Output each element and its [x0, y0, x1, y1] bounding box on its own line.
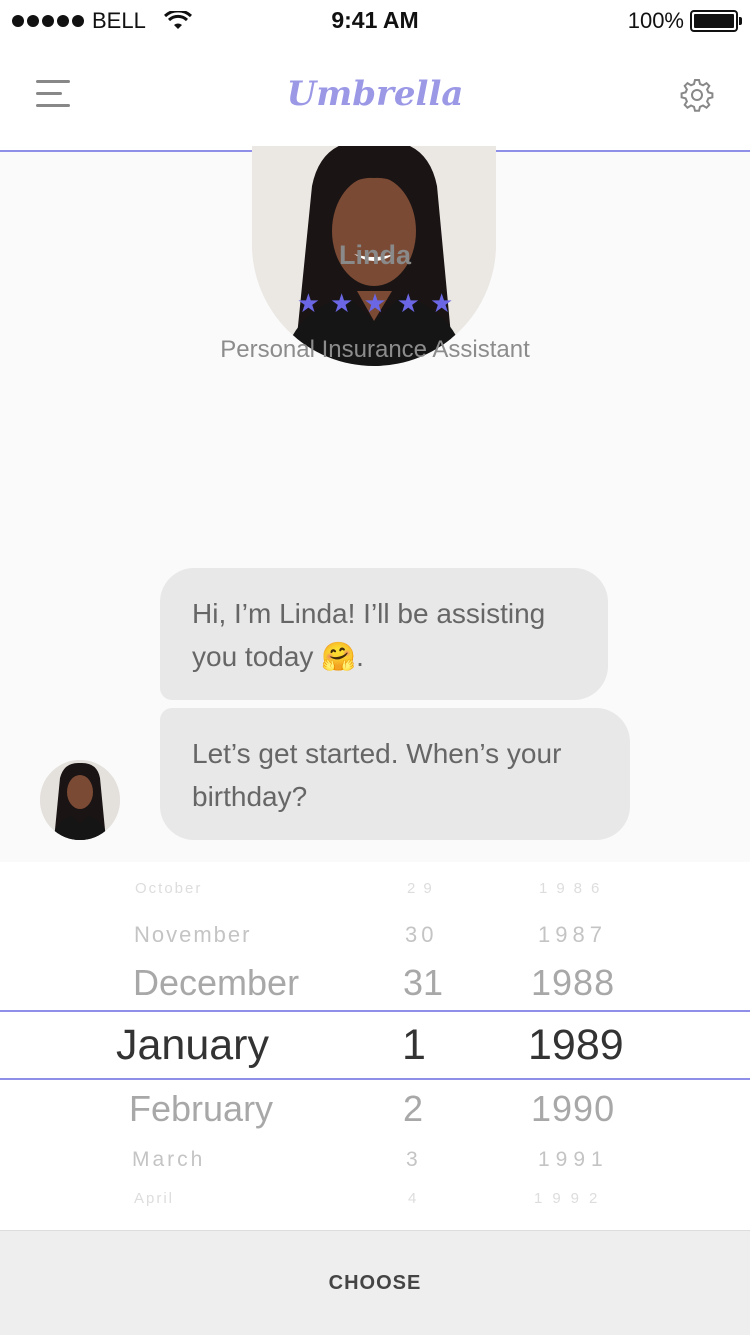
battery-percent: 100%: [627, 8, 684, 33]
picker-selection-band: [0, 1010, 750, 1080]
status-bar: BELL 9:41 AM 100%: [0, 0, 750, 40]
star-icon: ★: [363, 288, 387, 318]
assistant-role: Personal Insurance Assistant: [220, 336, 530, 363]
year-option[interactable]: 1988: [531, 962, 615, 1004]
battery-icon: [690, 10, 742, 32]
day-option[interactable]: 4: [408, 1190, 416, 1207]
chat-bubble: Let’s get started. When’s your birthday?: [160, 708, 630, 840]
day-option[interactable]: 31: [403, 962, 443, 1004]
star-icon: ★: [296, 288, 321, 318]
year-option[interactable]: 1992: [534, 1190, 607, 1207]
month-option[interactable]: February: [129, 1088, 273, 1130]
day-option[interactable]: 30: [405, 922, 437, 948]
selected-month[interactable]: January: [116, 1021, 269, 1070]
birthday-date-picker[interactable]: October 29 1986 November 30 1987 Decembe…: [0, 862, 750, 1230]
month-option[interactable]: March: [132, 1148, 205, 1172]
day-option[interactable]: 2: [403, 1088, 423, 1130]
selected-year[interactable]: 1989: [528, 1021, 624, 1070]
nav-bar: Umbrella: [0, 40, 750, 152]
month-option[interactable]: October: [135, 880, 202, 897]
day-option[interactable]: 3: [406, 1148, 418, 1172]
month-option[interactable]: April: [134, 1190, 174, 1207]
gear-icon[interactable]: [680, 78, 714, 112]
battery-indicator: 100%: [627, 8, 742, 34]
year-option[interactable]: 1986: [539, 880, 608, 897]
assistant-avatar-small: [40, 760, 120, 840]
choose-button[interactable]: CHOOSE: [0, 1230, 750, 1335]
rating-stars: ★ ★ ★ ★ ★: [0, 290, 750, 316]
star-icon: ★: [396, 288, 420, 318]
chat-bubble: Hi, I’m Linda! I’ll be assisting you tod…: [160, 568, 608, 700]
day-option[interactable]: 29: [407, 880, 440, 897]
year-option[interactable]: 1991: [538, 1148, 609, 1172]
star-icon: ★: [429, 288, 454, 318]
assistant-name: Linda: [339, 240, 411, 270]
star-icon: ★: [330, 288, 354, 318]
year-option[interactable]: 1990: [531, 1088, 615, 1130]
app-title: Umbrella: [286, 74, 464, 114]
year-option[interactable]: 1987: [538, 922, 607, 948]
month-option[interactable]: November: [134, 922, 251, 948]
month-option[interactable]: December: [133, 962, 299, 1004]
selected-day[interactable]: 1: [402, 1021, 426, 1070]
